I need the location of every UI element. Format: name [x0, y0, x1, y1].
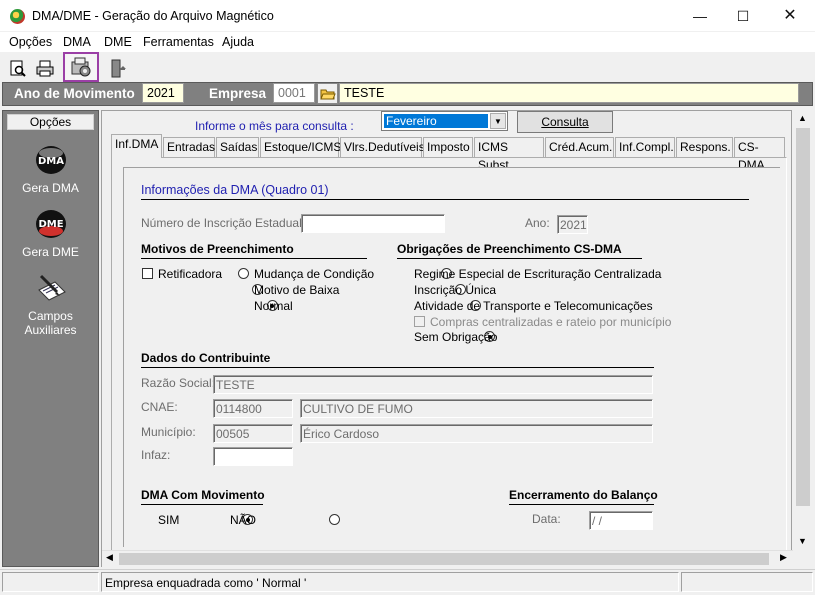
- scroll-left-icon[interactable]: ◀: [106, 552, 113, 563]
- tab-saidas[interactable]: Saídas: [216, 137, 259, 157]
- obrigacoes-title: Obrigações de Preenchimento CS-DMA: [397, 242, 622, 256]
- empresa-name-field[interactable]: TESTE: [339, 83, 799, 103]
- month-select-value: Fevereiro: [384, 114, 488, 128]
- tab-inf-dma[interactable]: Inf.DMA: [111, 134, 162, 158]
- menu-ajuda[interactable]: Ajuda: [222, 35, 254, 49]
- tab-vlrs-dedutiveis[interactable]: Vlrs.Dedutíveis: [340, 137, 425, 157]
- compras-checkbox[interactable]: [414, 316, 425, 327]
- normal-label: Normal: [254, 299, 293, 313]
- scroll-up-icon[interactable]: ▲: [798, 113, 807, 123]
- status-segment-right: [681, 572, 813, 592]
- horizontal-scroll-thumb[interactable]: [119, 553, 769, 565]
- transporte-telecom-label: Atividade de Transporte e Telecomunicaçõ…: [414, 299, 653, 313]
- tab-estoque-icms[interactable]: Estoque/ICMS: [260, 137, 341, 157]
- empresa-label: Empresa: [209, 86, 267, 101]
- sem-obrigacao-label: Sem Obrigação: [414, 330, 498, 344]
- obrigacoes-divider: [397, 258, 642, 259]
- tab-icms-subst[interactable]: ICMS Subst.: [474, 137, 544, 172]
- municipio-label: Município:: [141, 425, 196, 439]
- sidebar-item-gera-dme[interactable]: Gera DME: [2, 245, 99, 259]
- minimize-button[interactable]: —: [677, 0, 723, 32]
- balanco-divider: [509, 504, 654, 505]
- inscricao-unica-label: Inscrição Única: [414, 283, 497, 297]
- movimento-title: DMA Com Movimento: [141, 488, 265, 502]
- tab-cs-dma[interactable]: CS-DMA: [734, 137, 785, 172]
- dma-icon[interactable]: DMA: [35, 145, 67, 175]
- movimento-sim-label: SIM: [158, 513, 180, 527]
- exit-door-icon[interactable]: [104, 55, 132, 82]
- cnae-desc-field: CULTIVO DE FUMO: [300, 399, 653, 418]
- app-icon: [10, 9, 25, 24]
- infaz-field[interactable]: [213, 447, 293, 466]
- sidebar-item-campos-auxiliares[interactable]: Campos Auxiliares: [2, 309, 99, 337]
- svg-text:DME: DME: [38, 219, 63, 230]
- tab-cred-acum[interactable]: Créd.Acum.: [545, 137, 614, 157]
- motivo-baixa-label: Motivo de Baixa: [254, 283, 340, 297]
- generate-file-icon[interactable]: [63, 52, 99, 82]
- radio-movimento-nao[interactable]: [328, 514, 340, 525]
- tab-entradas[interactable]: Entradas: [163, 137, 215, 157]
- mudanca-condicao-label: Mudança de Condição: [254, 267, 375, 281]
- sidebar-item-gera-dma[interactable]: Gera DMA: [2, 181, 99, 195]
- data-balanco-label: Data:: [532, 512, 561, 526]
- options-sidebar: Opções: [2, 110, 99, 567]
- heading-divider: [141, 199, 749, 200]
- print-icon[interactable]: [31, 55, 59, 82]
- cnae-label: CNAE:: [141, 400, 178, 414]
- month-select[interactable]: Fevereiro ▼: [381, 111, 508, 131]
- chevron-down-icon[interactable]: ▼: [490, 113, 506, 129]
- tab-respons[interactable]: Respons.: [676, 137, 733, 157]
- ano-movimento-label: Ano de Movimento: [14, 86, 135, 101]
- menu-dme[interactable]: DME: [104, 35, 132, 49]
- status-text: Empresa enquadrada como ' Normal ': [105, 576, 307, 590]
- contribuinte-divider: [141, 367, 654, 368]
- svg-text:DMA: DMA: [38, 156, 64, 167]
- regime-especial-label: Regime Especial de Escrituração Centrali…: [414, 267, 662, 281]
- motivos-title: Motivos de Preenchimento: [141, 242, 294, 256]
- open-folder-icon[interactable]: [317, 83, 338, 104]
- menu-opcoes[interactable]: Opções: [9, 35, 52, 49]
- motivos-divider: [141, 258, 367, 259]
- razao-social-label: Razão Social:: [141, 376, 216, 390]
- municipio-name-field: Érico Cardoso: [300, 424, 653, 443]
- movimento-nao-label: NÃO: [230, 513, 257, 527]
- menu-ferramentas[interactable]: Ferramentas: [143, 35, 214, 49]
- ano-movimento-field[interactable]: 2021: [142, 83, 184, 103]
- scroll-right-icon[interactable]: ▶: [780, 552, 787, 563]
- close-button[interactable]: ✕: [767, 0, 813, 32]
- status-segment-left: [2, 572, 99, 592]
- vertical-scroll-thumb[interactable]: [796, 128, 810, 506]
- consulta-button[interactable]: Consulta: [517, 111, 613, 133]
- razao-social-field: TESTE: [213, 375, 653, 394]
- ano-label: Ano:: [525, 216, 550, 230]
- preview-icon[interactable]: [4, 55, 32, 82]
- movimento-divider: [141, 504, 263, 505]
- municipio-code-field: 00505: [213, 424, 293, 443]
- data-balanco-field[interactable]: / /: [589, 511, 653, 530]
- empresa-code-field[interactable]: 0001: [273, 83, 315, 103]
- notepad-icon[interactable]: [35, 272, 67, 304]
- window-title: DMA/DME - Geração do Arquivo Magnético: [32, 9, 274, 23]
- radio-mudanca-condicao[interactable]: [238, 268, 249, 279]
- sidebar-title: Opções: [7, 114, 94, 130]
- balanco-title: Encerramento do Balanço: [509, 488, 658, 502]
- cnae-code-field: 0114800: [213, 399, 293, 418]
- menu-dma[interactable]: DMA: [63, 35, 91, 49]
- retificadora-label: Retificadora: [158, 267, 223, 281]
- tab-inf-compl[interactable]: Inf.Compl.: [615, 137, 675, 157]
- infaz-label: Infaz:: [141, 448, 171, 462]
- scroll-down-icon[interactable]: ▼: [798, 536, 807, 546]
- form-heading: Informações da DMA (Quadro 01): [141, 183, 329, 197]
- inscricao-label: Número de Inscrição Estadual:: [141, 216, 306, 230]
- compras-label: Compras centralizadas e rateio por munic…: [430, 315, 672, 329]
- inscricao-field[interactable]: [301, 214, 445, 233]
- contribuinte-title: Dados do Contribuinte: [141, 351, 271, 365]
- dme-icon[interactable]: DME: [35, 209, 67, 239]
- tab-imposto[interactable]: Imposto: [423, 137, 473, 157]
- maximize-button[interactable]: ☐: [720, 0, 766, 32]
- retificadora-checkbox[interactable]: [142, 268, 153, 279]
- ano-field: 2021: [557, 215, 588, 234]
- consulta-prompt: Informe o mês para consulta :: [195, 119, 354, 133]
